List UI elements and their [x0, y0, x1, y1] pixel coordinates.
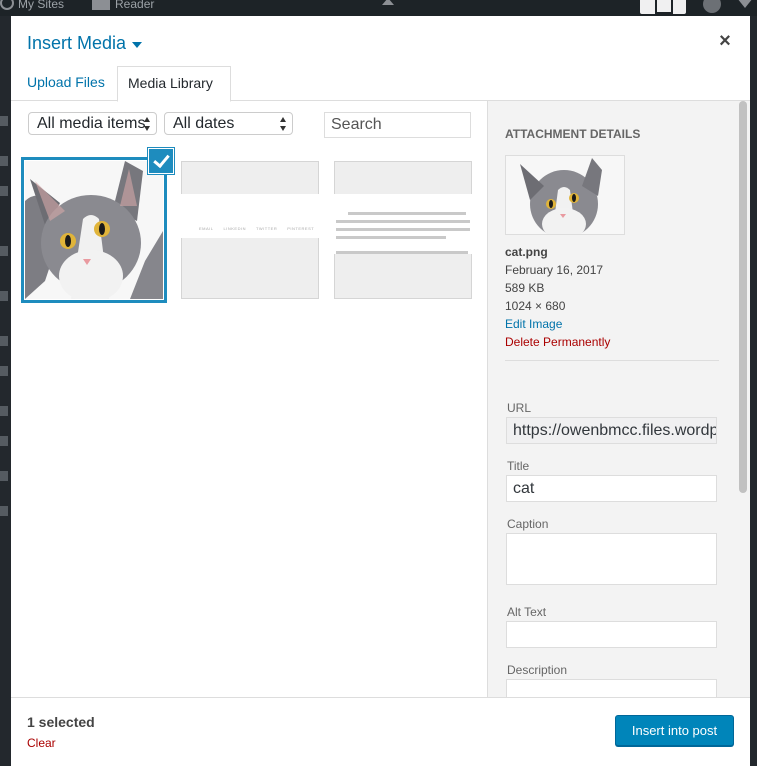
media-type-filter-value: All media items [37, 115, 146, 132]
attachment-details-panel: Attachment Details cat.png February 16, … [487, 101, 750, 697]
cat-detail-image [506, 156, 624, 234]
wordpress-logo-icon[interactable] [0, 0, 14, 10]
reader-icon [92, 0, 110, 10]
filename: cat.png [505, 245, 548, 259]
attachment-cat[interactable] [25, 149, 173, 299]
avatar[interactable] [703, 0, 721, 13]
insert-media-modal: Insert Media × Upload Files Media Librar… [11, 16, 750, 766]
caret-down-icon [132, 41, 143, 48]
tab-upload-files[interactable]: Upload Files [17, 66, 115, 101]
caption-label: Caption [507, 517, 549, 531]
url-label: URL [507, 401, 532, 415]
alt-text-field[interactable] [506, 621, 717, 648]
clear-selection-link[interactable]: Clear [27, 736, 56, 750]
upload-date: February 16, 2017 [505, 263, 604, 277]
thumb-link-twitter: TWITTER [255, 226, 278, 231]
insert-into-post-button[interactable]: Insert into post [615, 715, 734, 746]
select-arrows-icon [280, 117, 287, 131]
modal-footer: 1 selected Clear Insert into post [11, 697, 750, 766]
description-field[interactable] [506, 679, 717, 697]
media-tabs: Upload Files Media Library [11, 66, 750, 102]
write-post-icon[interactable] [640, 0, 686, 14]
image-dimensions: 1024 × 680 [505, 299, 566, 313]
checkmark-icon[interactable] [149, 149, 173, 173]
date-filter-value: All dates [173, 115, 235, 132]
title-label: Title [507, 459, 530, 473]
tab-media-library[interactable]: Media Library [117, 66, 231, 102]
text-thumbnail [334, 194, 472, 254]
alt-text-label: Alt Text [507, 605, 547, 619]
delete-permanently-link[interactable]: Delete Permanently [505, 333, 610, 351]
scrollbar-thumb[interactable] [739, 101, 747, 493]
file-size: 589 KB [505, 281, 545, 295]
page-thumbnail: EMAIL LINKEDIN TWITTER PINTEREST [181, 194, 319, 238]
modal-title: Insert Media [27, 33, 127, 53]
attachment-page-screenshot[interactable]: EMAIL LINKEDIN TWITTER PINTEREST [181, 161, 319, 299]
select-arrows-icon [144, 117, 151, 131]
reader-link[interactable]: Reader [92, 0, 154, 11]
thumb-link-pinterest: PINTEREST [287, 226, 315, 231]
thumb-link-linkedin: LINKEDIN [223, 226, 246, 231]
details-scrollbar[interactable] [737, 101, 750, 697]
notifications-icon[interactable] [737, 0, 753, 8]
media-type-filter[interactable]: All media items [28, 112, 157, 135]
cat-thumbnail [25, 161, 163, 299]
close-button[interactable]: × [715, 31, 735, 52]
edit-image-link[interactable]: Edit Image [505, 315, 610, 333]
title-field[interactable]: cat [506, 475, 717, 502]
reader-label: Reader [115, 0, 155, 11]
attachment-text-screenshot[interactable] [334, 161, 472, 299]
search-input[interactable] [324, 112, 471, 138]
attachment-meta: cat.png February 16, 2017 589 KB 1024 × … [505, 243, 610, 351]
media-toolbar: All media items All dates [11, 101, 487, 157]
caret-up-icon [382, 0, 394, 5]
thumbnail-nav-links: EMAIL LINKEDIN TWITTER PINTEREST [199, 226, 314, 231]
modal-header: Insert Media × [11, 16, 750, 66]
admin-sidebar [0, 16, 11, 766]
selection-count: 1 selected [27, 714, 95, 730]
date-filter[interactable]: All dates [164, 112, 293, 135]
modal-title-menu[interactable]: Insert Media [27, 33, 143, 54]
details-heading: Attachment Details [505, 127, 641, 141]
caption-field[interactable] [506, 533, 717, 585]
thumb-link-email: EMAIL [199, 226, 214, 231]
url-field[interactable]: https://owenbmcc.files.wordpress.com/201… [506, 417, 717, 444]
detail-thumbnail [505, 155, 625, 235]
description-label: Description [507, 663, 568, 677]
my-sites-link[interactable]: My Sites [18, 0, 64, 11]
admin-bar: My Sites Reader [0, 0, 757, 16]
divider [505, 360, 719, 361]
